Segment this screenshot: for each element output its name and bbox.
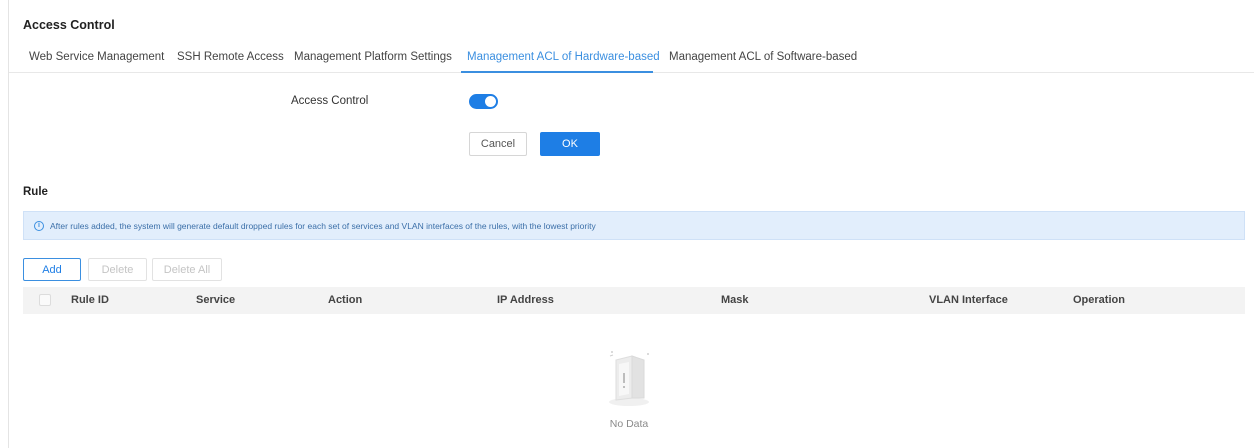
rule-section-title: Rule [23, 186, 48, 198]
page-title: Access Control [23, 18, 115, 32]
no-data-icon [609, 351, 649, 406]
info-icon: i [34, 220, 44, 231]
info-banner: i After rules added, the system will gen… [23, 211, 1245, 240]
column-header-action: Action [328, 294, 363, 306]
access-control-label: Access Control [291, 95, 369, 107]
rule-table-header: Rule ID Service Action IP Address Mask V… [23, 287, 1245, 314]
tab-web-service-management[interactable]: Web Service Management [29, 51, 164, 63]
delete-all-rules-button[interactable]: Delete All [152, 258, 222, 281]
tab-management-acl-software[interactable]: Management ACL of Software-based [669, 51, 857, 63]
empty-state-text: No Data [609, 418, 649, 430]
select-all-checkbox[interactable] [39, 294, 51, 306]
column-header-operation: Operation [1073, 294, 1125, 306]
column-header-vlan-interface: VLAN Interface [929, 294, 1008, 306]
active-tab-indicator [461, 71, 653, 73]
tab-management-platform-settings[interactable]: Management Platform Settings [294, 51, 452, 63]
column-header-service: Service [196, 294, 236, 306]
info-banner-text: After rules added, the system will gener… [50, 220, 596, 231]
ok-button[interactable]: OK [540, 132, 600, 156]
empty-state: No Data [569, 340, 689, 440]
toggle-knob [485, 96, 496, 107]
access-control-toggle[interactable] [469, 94, 498, 109]
delete-rule-button[interactable]: Delete [88, 258, 147, 281]
tab-bar: Web Service Management SSH Remote Access… [9, 44, 1254, 73]
tab-ssh-remote-access[interactable]: SSH Remote Access [177, 51, 284, 63]
tab-management-acl-hardware[interactable]: Management ACL of Hardware-based [467, 51, 660, 63]
content-frame: Access Control Web Service Management SS… [8, 0, 1254, 448]
add-rule-button[interactable]: Add [23, 258, 81, 281]
column-header-rule-id: Rule ID [71, 294, 109, 306]
column-header-mask: Mask [721, 294, 749, 306]
column-header-ip-address: IP Address [497, 294, 554, 306]
cancel-button[interactable]: Cancel [469, 132, 527, 156]
